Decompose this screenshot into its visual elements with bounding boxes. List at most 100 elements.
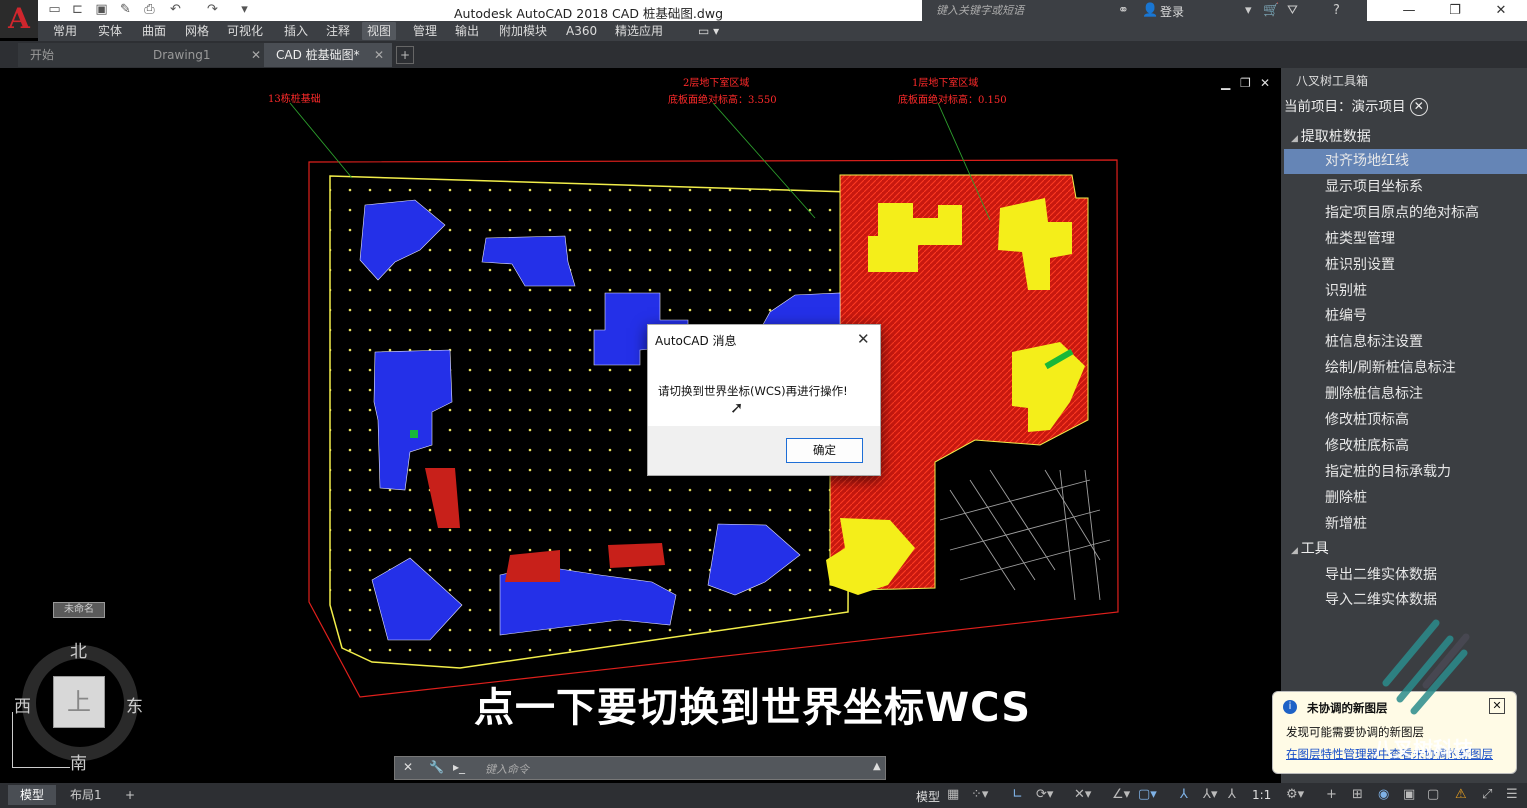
model-space-toggle[interactable]: 模型: [916, 788, 940, 805]
tree-item[interactable]: 绘制/刷新桩信息标注: [1284, 356, 1527, 381]
annotation-monitor-icon[interactable]: +: [1326, 787, 1337, 803]
tree-item[interactable]: 显示项目坐标系: [1284, 175, 1527, 200]
polar-icon[interactable]: ⟳▾: [1036, 787, 1053, 803]
tree-item[interactable]: 修改桩顶标高: [1284, 408, 1527, 433]
grid-icon[interactable]: ▦: [947, 787, 959, 803]
close-icon[interactable]: ✕: [403, 760, 413, 774]
close-project-icon[interactable]: ✕: [1409, 98, 1428, 116]
file-tab-start[interactable]: 开始: [18, 43, 146, 67]
ribbon-tab[interactable]: 视图: [362, 22, 397, 40]
fullscreen-icon[interactable]: ⤢: [1482, 787, 1492, 803]
ok-button[interactable]: 确定: [786, 438, 863, 463]
save-as-icon[interactable]: ✎: [117, 2, 134, 18]
new-tab-button[interactable]: +: [396, 46, 414, 64]
redo-icon[interactable]: ↷: [204, 2, 221, 18]
workspace-gear-icon[interactable]: ⚙▾: [1286, 787, 1304, 803]
auto-scale-icon[interactable]: ⅄▾: [1203, 787, 1217, 803]
tree-item[interactable]: 桩信息标注设置: [1284, 330, 1527, 355]
expand-icon[interactable]: ◢: [1291, 134, 1301, 144]
ribbon-tab[interactable]: 精选应用: [610, 22, 668, 40]
compass-north[interactable]: 北: [70, 637, 87, 662]
close-icon[interactable]: ✕: [857, 330, 870, 348]
tree-item[interactable]: 对齐场地红线: [1284, 149, 1527, 174]
tree-item[interactable]: 指定桩的目标承载力: [1284, 460, 1527, 485]
application-menu-button[interactable]: A: [0, 0, 38, 38]
ribbon-tab[interactable]: 附加模块: [494, 22, 552, 40]
ribbon-tab[interactable]: 注释: [321, 22, 355, 40]
file-tab-pile-foundation[interactable]: CAD 桩基础图* ✕: [264, 43, 392, 67]
ribbon-tab[interactable]: 管理: [408, 22, 442, 40]
ribbon-tab[interactable]: 输出: [450, 22, 484, 40]
compass-south[interactable]: 南: [70, 749, 87, 774]
viewport-close-icon[interactable]: ✕: [1260, 76, 1270, 90]
undo-icon[interactable]: ↶: [167, 2, 184, 18]
tree-item[interactable]: 指定项目原点的绝对标高: [1284, 201, 1527, 226]
ribbon-tab[interactable]: 实体: [93, 22, 127, 40]
wcs-menu[interactable]: 未命名: [53, 602, 105, 618]
ribbon-tab[interactable]: 常用: [48, 22, 82, 40]
tree-item[interactable]: 导出二维实体数据: [1284, 563, 1527, 588]
tree-group[interactable]: ◢ 提取桩数据: [1291, 126, 1371, 148]
command-history-icon[interactable]: ▲: [873, 761, 881, 772]
object-snap-icon[interactable]: ▢▾: [1138, 787, 1157, 803]
tree-item[interactable]: 桩类型管理: [1284, 227, 1527, 252]
scale-display[interactable]: 1:1: [1252, 788, 1271, 802]
close-icon[interactable]: ✕: [1481, 1, 1521, 20]
binoculars-icon[interactable]: ⚭: [1118, 2, 1129, 19]
notification-alert-icon[interactable]: ⚠: [1455, 787, 1467, 803]
hardware-acceleration-icon[interactable]: ▣: [1403, 787, 1415, 803]
ribbon-tab[interactable]: 曲面: [137, 22, 171, 40]
save-icon[interactable]: ▣: [93, 2, 110, 18]
ribbon-tab[interactable]: 插入: [279, 22, 313, 40]
tree-item[interactable]: 桩识别设置: [1284, 253, 1527, 278]
layout-tab-layout1[interactable]: 布局1: [58, 785, 114, 805]
viewport-restore-icon[interactable]: ❐: [1240, 76, 1251, 90]
layout-tab-model[interactable]: 模型: [8, 785, 57, 805]
tree-item[interactable]: 新增桩: [1284, 512, 1527, 537]
units-icon[interactable]: ⊞: [1352, 787, 1363, 803]
a360-icon[interactable]: ⛛: [1287, 2, 1298, 19]
open-file-icon[interactable]: ⊏: [69, 2, 86, 18]
user-icon[interactable]: 👤: [1142, 2, 1158, 19]
cart-icon[interactable]: 🛒: [1263, 2, 1279, 19]
snap-icon[interactable]: ⁘▾: [971, 787, 988, 803]
wrench-icon[interactable]: 🔧: [429, 760, 444, 774]
isodraft-icon[interactable]: ✕▾: [1074, 787, 1091, 803]
add-layout-icon[interactable]: +: [113, 785, 147, 805]
print-icon[interactable]: ⎙: [141, 2, 158, 18]
compass-east[interactable]: 东: [126, 692, 143, 717]
clean-screen-icon[interactable]: ▢: [1427, 787, 1439, 803]
search-input[interactable]: 键入关键字或短语: [922, 0, 1112, 21]
help-icon[interactable]: ?: [1333, 2, 1340, 19]
customize-status-bar-icon[interactable]: ☰: [1506, 787, 1518, 803]
minimize-icon[interactable]: —: [1389, 1, 1429, 20]
ribbon-tab[interactable]: 可视化: [222, 22, 268, 40]
file-tab-drawing1[interactable]: Drawing1 ✕: [141, 43, 269, 67]
annotation-visibility-icon[interactable]: ⅄: [1180, 787, 1188, 803]
tree-item[interactable]: 删除桩: [1284, 486, 1527, 511]
ribbon-expand-icon[interactable]: ▭ ▾: [693, 22, 724, 40]
close-tab-icon[interactable]: ✕: [251, 43, 261, 67]
viewport-minimize-icon[interactable]: ▁: [1221, 76, 1230, 90]
close-icon[interactable]: ✕: [1489, 698, 1505, 714]
expand-icon[interactable]: ◢: [1291, 546, 1301, 556]
command-prompt-icon[interactable]: ▸_: [453, 760, 465, 774]
customize-quick-access-icon[interactable]: ▾: [236, 2, 253, 18]
tree-group[interactable]: ◢ 工具: [1291, 538, 1329, 560]
new-file-icon[interactable]: ▭: [46, 2, 63, 18]
tree-item[interactable]: 修改桩底标高: [1284, 434, 1527, 459]
isolate-objects-icon[interactable]: ◉: [1378, 787, 1389, 803]
ortho-icon[interactable]: ∟: [1012, 787, 1023, 803]
login-dropdown-icon[interactable]: ▾: [1245, 2, 1252, 19]
tree-item[interactable]: 删除桩信息标注: [1284, 382, 1527, 407]
tree-item[interactable]: 识别桩: [1284, 279, 1527, 304]
login-button[interactable]: 登录: [1160, 3, 1184, 20]
annotation-scale-icon[interactable]: ⅄: [1228, 787, 1236, 803]
object-snap-tracking-icon[interactable]: ∠▾: [1112, 787, 1130, 803]
ribbon-tab[interactable]: A360: [561, 22, 602, 40]
maximize-icon[interactable]: ❐: [1435, 1, 1475, 20]
tree-item[interactable]: 导入二维实体数据: [1284, 588, 1527, 613]
ribbon-tab[interactable]: 网格: [180, 22, 214, 40]
close-tab-icon[interactable]: ✕: [374, 43, 384, 67]
command-input[interactable]: 键入命令: [485, 761, 529, 777]
